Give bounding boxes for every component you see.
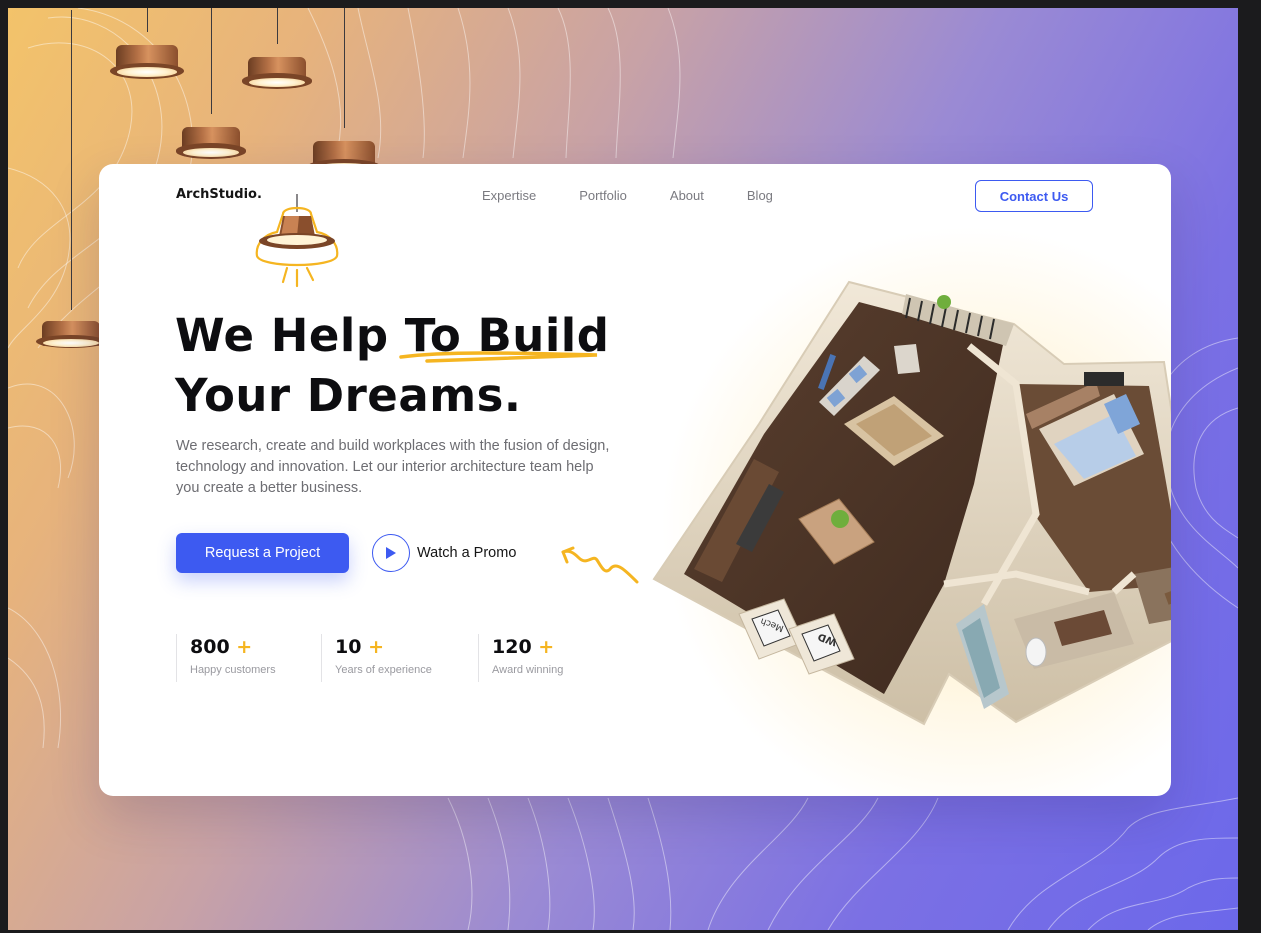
hero-description: We research, create and build workplaces… bbox=[176, 438, 610, 496]
stat-value: 800 bbox=[190, 636, 230, 658]
play-icon bbox=[386, 547, 396, 559]
stat-label: Years of experience bbox=[335, 664, 432, 676]
contact-us-button[interactable]: Contact Us bbox=[975, 180, 1093, 212]
pendant-lamp bbox=[109, 8, 185, 79]
underline-scribble bbox=[399, 351, 598, 363]
request-project-button[interactable]: Request a Project bbox=[176, 533, 349, 573]
pendant-lamp bbox=[36, 10, 106, 349]
stat-value: 10 bbox=[335, 636, 362, 658]
stat-label: Happy customers bbox=[190, 664, 276, 676]
hero-card: ArchStudio. Expertise Portfolio About Bl… bbox=[99, 164, 1171, 796]
headline-line2: Your Dreams. bbox=[175, 369, 522, 422]
stats-row: 800 + Happy customers 10 + Years of expe… bbox=[176, 634, 598, 682]
headline-part1: We Help bbox=[175, 309, 405, 362]
main-nav: Expertise Portfolio About Blog bbox=[482, 188, 773, 203]
lamp-icon bbox=[255, 194, 339, 288]
stat-item: 10 + Years of experience bbox=[321, 634, 478, 682]
watch-promo-button[interactable]: Watch a Promo bbox=[372, 533, 516, 573]
play-button[interactable] bbox=[372, 534, 410, 572]
stat-item: 120 + Award winning bbox=[478, 634, 598, 682]
pendant-lamp bbox=[176, 8, 246, 159]
page-background: ArchStudio. Expertise Portfolio About Bl… bbox=[8, 8, 1238, 930]
stat-plus: + bbox=[236, 636, 253, 658]
nav-item-about[interactable]: About bbox=[670, 188, 704, 203]
hero-headline: We Help To Build Your Dreams. bbox=[175, 306, 695, 426]
nav-item-blog[interactable]: Blog bbox=[747, 188, 773, 203]
arrow-squiggle-icon bbox=[561, 546, 639, 584]
watch-promo-label: Watch a Promo bbox=[417, 545, 517, 561]
stat-plus: + bbox=[538, 636, 555, 658]
stat-label: Award winning bbox=[492, 664, 564, 676]
nav-item-portfolio[interactable]: Portfolio bbox=[579, 188, 627, 203]
stat-value: 120 bbox=[492, 636, 532, 658]
floorplan-illustration: Mech WD bbox=[652, 280, 1171, 726]
stat-item: 800 + Happy customers bbox=[176, 634, 321, 682]
stat-plus: + bbox=[368, 636, 384, 658]
nav-item-expertise[interactable]: Expertise bbox=[482, 188, 536, 203]
pendant-lamp bbox=[242, 8, 312, 89]
